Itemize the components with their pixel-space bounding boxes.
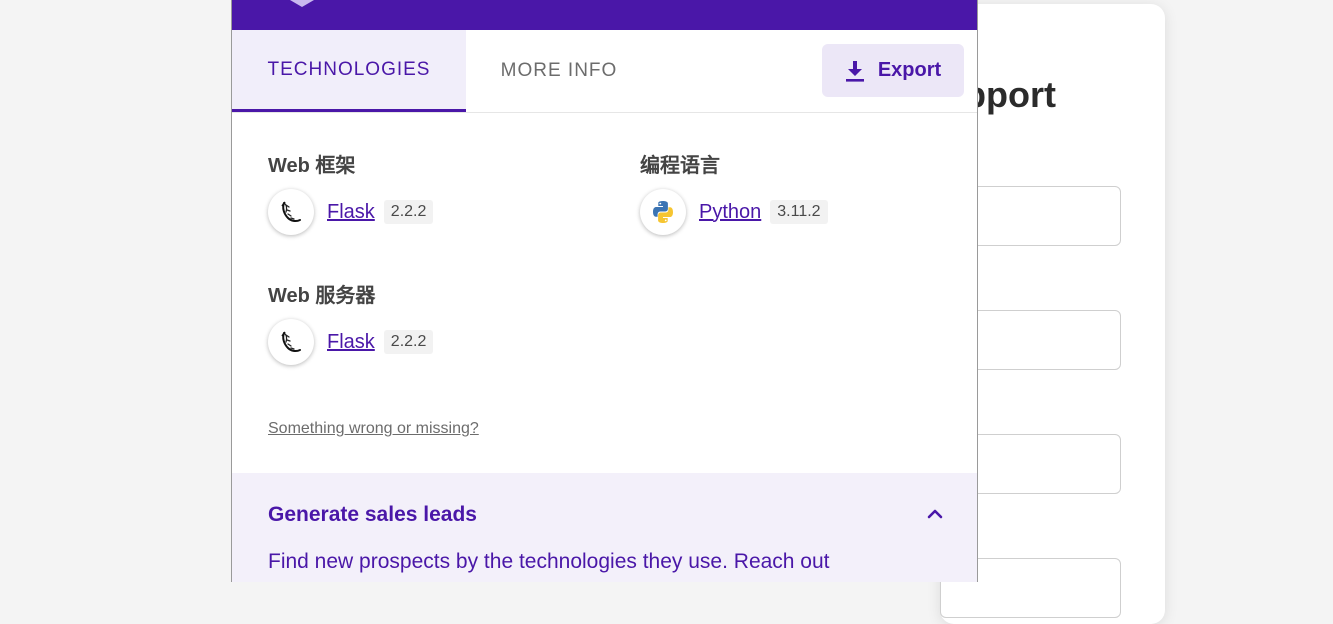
export-button-label: Export (877, 59, 942, 81)
sales-leads-description: Find new prospects by the technologies t… (268, 550, 830, 573)
popup-header (232, 0, 977, 30)
tech-item-python: Python 3.11.2 (640, 188, 828, 236)
tech-item-flask: Flask 2.2.2 (268, 188, 434, 236)
sales-leads-section: Generate sales leads Find new prospects … (232, 473, 977, 582)
tech-link-python[interactable]: Python (699, 201, 761, 224)
flask-icon (268, 319, 314, 365)
tech-link-flask[interactable]: Flask (327, 331, 375, 354)
export-button[interactable]: Export (822, 44, 964, 97)
flask-icon (268, 189, 314, 235)
category-title-programming-language: 编程语言 (640, 155, 720, 177)
tech-version-flask: 2.2.2 (383, 200, 434, 224)
tech-item-flask: Flask 2.2.2 (268, 318, 434, 366)
logo-icon (290, 0, 314, 7)
tech-version-python: 3.11.2 (770, 200, 828, 224)
category-title-web-framework: Web 框架 (268, 155, 356, 177)
download-icon (845, 60, 865, 82)
tab-more-info[interactable]: MORE INFO (466, 30, 652, 112)
tab-technologies[interactable]: TECHNOLOGIES (232, 30, 466, 112)
report-issue-link[interactable]: Something wrong or missing? (268, 420, 479, 438)
tech-link-flask[interactable]: Flask (327, 201, 375, 224)
tech-version-flask: 2.2.2 (383, 330, 434, 354)
tab-bar: TECHNOLOGIES MORE INFO Export (232, 30, 977, 113)
chevron-up-icon[interactable] (924, 503, 946, 525)
python-icon (640, 189, 686, 235)
extension-popup: TECHNOLOGIES MORE INFO Export Web 框架 Fla… (231, 0, 978, 582)
sales-leads-title[interactable]: Generate sales leads (268, 503, 477, 527)
category-title-web-server: Web 服务器 (268, 285, 376, 307)
